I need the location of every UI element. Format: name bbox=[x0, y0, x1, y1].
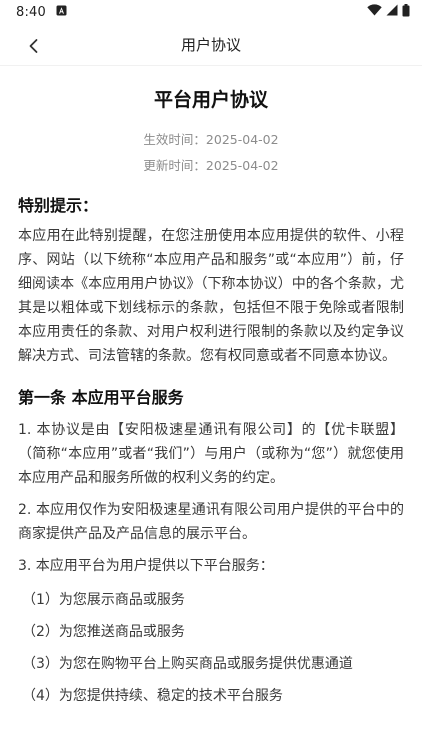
wifi-icon bbox=[367, 4, 382, 20]
screen: 8:40 用户协议 平台用户协议 生效时间：2025-04-02 更新时间：20… bbox=[0, 0, 422, 750]
agreement-title: 平台用户协议 bbox=[153, 89, 268, 111]
cell-signal-icon bbox=[386, 4, 398, 20]
updated-date: 更新时间：2025-04-02 bbox=[143, 158, 279, 173]
service-item-3: （3）为您在购物平台上购买商品或服务提供优惠通道 bbox=[22, 656, 353, 672]
status-bar: 8:40 bbox=[0, 0, 422, 24]
service-item-4: （4）为您提供持续、稳定的技术平台服务 bbox=[22, 688, 283, 704]
status-left: 8:40 bbox=[16, 5, 67, 20]
effective-date: 生效时间：2025-04-02 bbox=[143, 132, 279, 147]
article-1-paragraph-3: 3. 本应用平台为用户提供以下平台服务： bbox=[18, 558, 274, 574]
notice-heading: 特别提示： bbox=[18, 196, 99, 215]
article-1-heading: 第一条 本应用平台服务 bbox=[18, 388, 184, 407]
article-1-paragraph-2: 2. 本应用仅作为安阳极速星通讯有限公司用户提供的平台中的商家提供产品及产品信息… bbox=[18, 502, 404, 542]
page-title: 用户协议 bbox=[180, 36, 241, 54]
article-1-paragraph-1: 1. 本协议是由【安阳极速星通讯有限公司】的【优卡联盟】（简称“本应用”或者“我… bbox=[18, 422, 404, 486]
status-right bbox=[367, 3, 410, 21]
battery-icon bbox=[402, 3, 410, 21]
notice-text: 本应用在此特别提醒，在您注册使用本应用提供的软件、小程序、网站（以下统称“本应用… bbox=[18, 228, 404, 364]
service-item-2: （2）为您推送商品或服务 bbox=[22, 624, 185, 640]
a-box-icon bbox=[56, 5, 67, 20]
status-time: 8:40 bbox=[16, 4, 46, 20]
app-bar: 用户协议 bbox=[0, 24, 422, 66]
agreement-content[interactable]: 平台用户协议 生效时间：2025-04-02 更新时间：2025-04-02 特… bbox=[0, 66, 422, 706]
service-item-1: （1）为您展示商品或服务 bbox=[22, 592, 185, 608]
